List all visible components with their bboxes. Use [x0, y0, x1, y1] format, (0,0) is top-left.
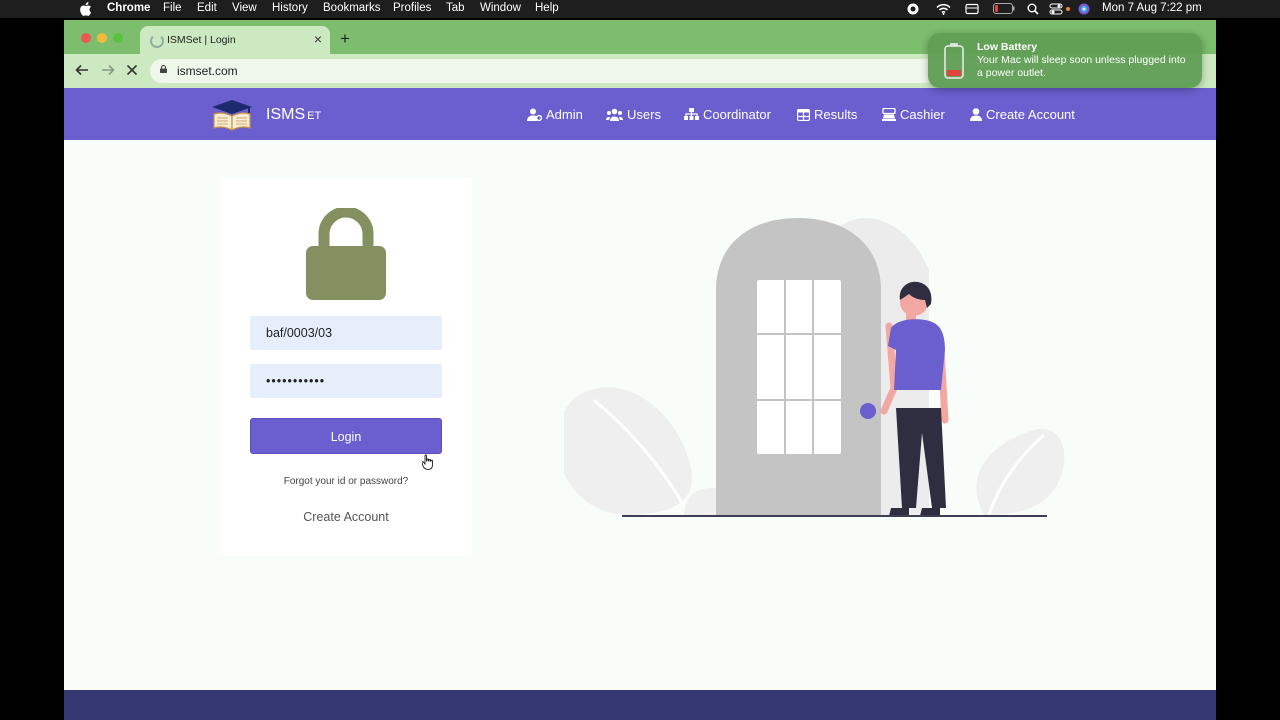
person-at-door-illustration — [564, 218, 1065, 517]
close-tab-icon[interactable]: × — [314, 31, 322, 47]
nav-create-account-label: Create Account — [986, 107, 1075, 122]
padlock-icon — [306, 208, 386, 300]
menu-history[interactable]: History — [272, 2, 308, 14]
back-arrow-icon[interactable] — [75, 64, 89, 76]
menu-profiles[interactable]: Profiles — [393, 2, 431, 14]
create-account-link[interactable]: Create Account — [220, 510, 472, 524]
menu-help[interactable]: Help — [535, 2, 559, 14]
nav-results[interactable]: Results — [797, 107, 857, 122]
spotlight-search-icon[interactable] — [1027, 3, 1039, 15]
login-button[interactable]: Login — [250, 418, 442, 454]
username-input[interactable]: baf/0003/03 — [250, 316, 442, 350]
notification-body: Your Mac will sleep soon unless plugged … — [977, 54, 1186, 79]
login-card: baf/0003/03 ••••••••••• Login Forgot you… — [220, 178, 472, 556]
menu-edit[interactable]: Edit — [197, 2, 217, 14]
url-text[interactable]: ismset.com — [177, 64, 238, 78]
display-icon[interactable] — [965, 3, 979, 15]
menu-view[interactable]: View — [232, 2, 257, 14]
low-battery-notification[interactable]: Low Battery Your Mac will sleep soon unl… — [928, 33, 1202, 88]
site-brand[interactable]: ISMS ET — [266, 106, 321, 124]
close-window-button[interactable] — [81, 33, 91, 43]
hand-pointer-cursor-icon — [422, 454, 433, 470]
sitemap-icon — [684, 108, 699, 120]
nav-cashier-label: Cashier — [900, 107, 945, 122]
nav-results-label: Results — [814, 107, 858, 122]
screen-record-icon[interactable] — [907, 3, 919, 15]
low-battery-icon — [944, 43, 964, 79]
site-footer — [64, 690, 1216, 720]
nav-create-account[interactable]: Create Account — [970, 107, 1075, 122]
menu-window[interactable]: Window — [480, 2, 521, 14]
nav-cashier[interactable]: Cashier — [882, 107, 945, 122]
tab-title: ISMSet | Login — [167, 34, 236, 46]
stop-loading-icon[interactable] — [126, 64, 138, 76]
browser-tab[interactable]: ISMSet | Login × — [140, 26, 330, 54]
cash-register-icon — [882, 108, 896, 121]
menu-bar-clock[interactable]: Mon 7 Aug 7:22 pm — [1102, 2, 1202, 14]
maximize-window-button[interactable] — [113, 33, 123, 43]
menu-tab[interactable]: Tab — [446, 2, 465, 14]
nav-users-label: Users — [627, 107, 661, 122]
nav-coordinator[interactable]: Coordinator — [684, 107, 771, 122]
user-icon — [970, 108, 982, 121]
loading-spinner-icon — [150, 34, 164, 48]
macos-menu-bar: Chrome File Edit View History Bookmarks … — [0, 0, 1280, 18]
browser-window: ISMSet | Login × + ismset.com ISMS ET Adm… — [64, 20, 1216, 720]
password-input[interactable]: ••••••••••• — [250, 364, 442, 398]
nav-coordinator-label: Coordinator — [703, 107, 771, 122]
user-cog-icon — [527, 108, 542, 121]
brand-suffix: ET — [307, 110, 322, 122]
new-tab-icon[interactable]: + — [340, 29, 350, 49]
apple-logo-icon[interactable] — [79, 1, 93, 17]
brand-name: ISMS — [266, 106, 306, 123]
table-icon — [797, 109, 810, 121]
forward-arrow-icon[interactable] — [101, 64, 115, 76]
wifi-icon[interactable] — [936, 3, 951, 15]
nav-admin-label: Admin — [546, 107, 583, 122]
nav-users[interactable]: Users — [606, 107, 661, 122]
siri-icon[interactable] — [1078, 3, 1090, 15]
notification-title: Low Battery — [977, 41, 1038, 53]
nav-admin[interactable]: Admin — [527, 107, 583, 122]
status-dot-icon — [1066, 7, 1070, 11]
graduation-cap-book-logo[interactable] — [208, 98, 256, 132]
site-navbar: ISMS ET Admin Users Coordinator Results C… — [64, 88, 1216, 140]
users-icon — [606, 108, 623, 121]
lock-icon[interactable] — [160, 65, 167, 73]
minimize-window-button[interactable] — [97, 33, 107, 43]
menu-bookmarks[interactable]: Bookmarks — [323, 2, 381, 14]
battery-icon[interactable] — [993, 3, 1015, 14]
forgot-password-link[interactable]: Forgot your id or password? — [220, 476, 472, 487]
menu-file[interactable]: File — [163, 2, 182, 14]
control-center-icon[interactable] — [1049, 3, 1063, 15]
menu-app-name[interactable]: Chrome — [107, 2, 150, 14]
